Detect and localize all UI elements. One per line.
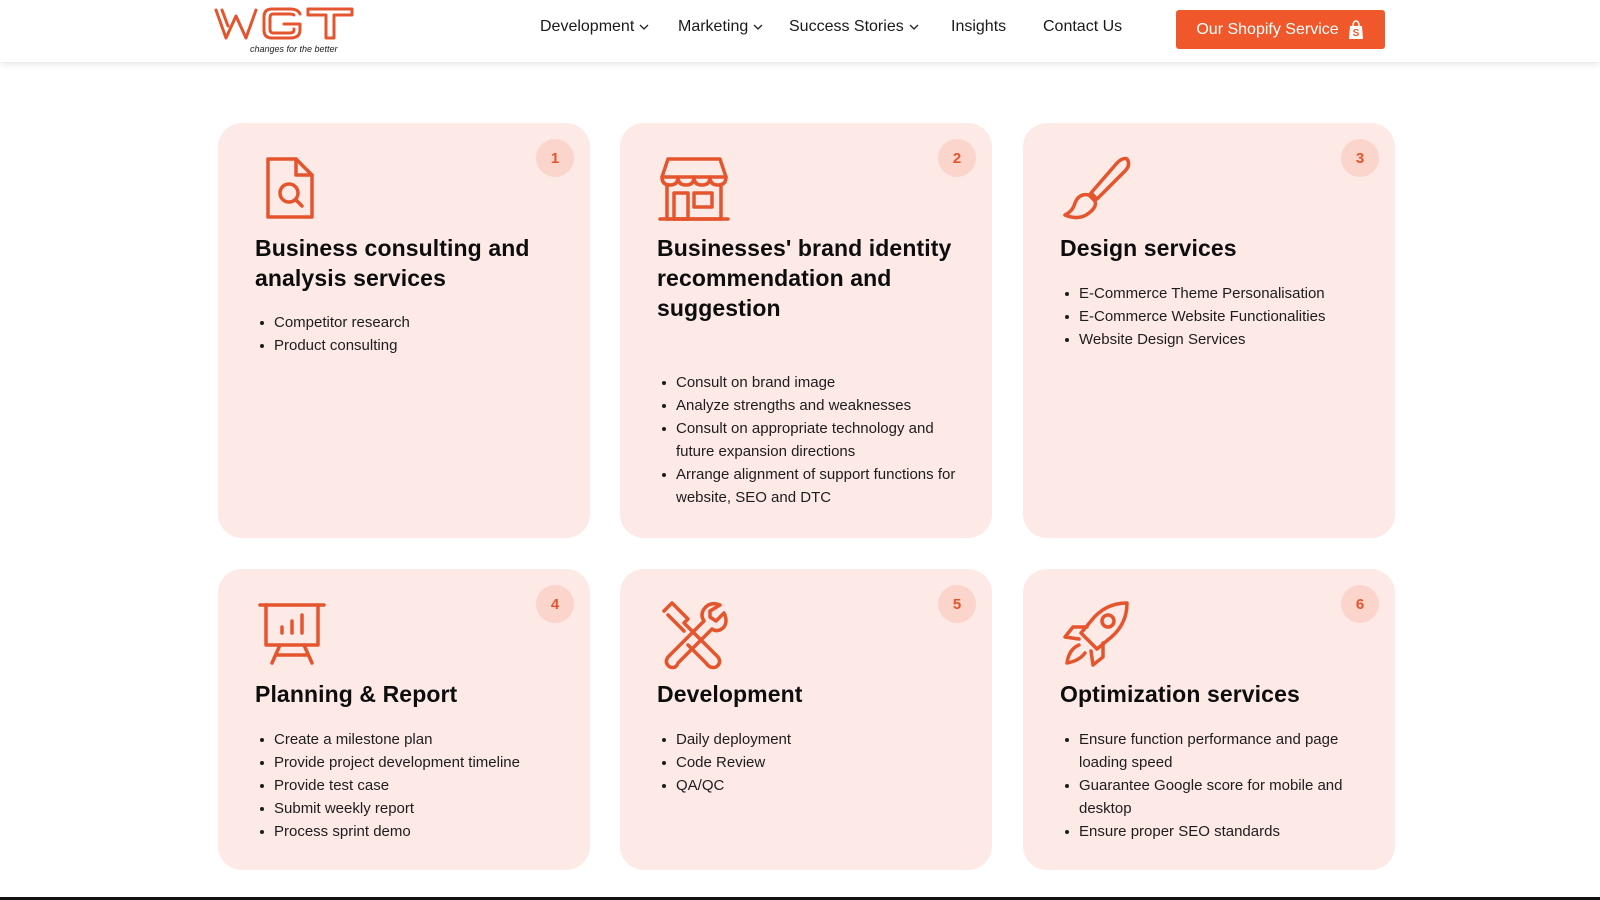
- list-item: Code Review: [657, 751, 962, 774]
- card-list: Competitor research Product consulting: [255, 311, 560, 357]
- list-item: Analyze strengths and weaknesses: [657, 394, 962, 417]
- nav-contact-us[interactable]: Contact Us: [1043, 18, 1122, 36]
- card-number-badge: 3: [1341, 139, 1379, 177]
- card-number-badge: 2: [938, 139, 976, 177]
- tools-icon: [662, 601, 728, 670]
- service-card-6: 6 Optimization services Ensure function …: [1023, 569, 1395, 870]
- chevron-down-icon: [639, 24, 649, 30]
- svg-text:S: S: [1352, 28, 1359, 39]
- card-title: Businesses' brand identity recommendatio…: [657, 235, 952, 321]
- list-item: Product consulting: [255, 334, 560, 357]
- document-search-icon: [266, 157, 314, 219]
- list-item: Process sprint demo: [255, 820, 560, 843]
- wgt-logo[interactable]: changes for the better: [214, 4, 354, 56]
- list-item: Ensure proper SEO standards: [1060, 820, 1365, 843]
- nav-success-stories-label: Success Stories: [789, 18, 904, 35]
- nav-marketing[interactable]: Marketing: [678, 18, 763, 36]
- storefront-icon: [658, 157, 730, 221]
- rocket-icon: [1063, 601, 1129, 667]
- presentation-chart-icon: [258, 603, 326, 665]
- nav-contact-us-label: Contact Us: [1043, 18, 1123, 35]
- service-card-4: 4 Planning & Report Create a milestone p…: [218, 569, 590, 870]
- shopify-bag-icon: S: [1348, 19, 1363, 39]
- service-card-5: 5 Development Daily deployment Code Revi…: [620, 569, 992, 870]
- list-item: Provide test case: [255, 774, 560, 797]
- list-item: Provide project development timeline: [255, 751, 560, 774]
- nav-success-stories[interactable]: Success Stories: [789, 18, 919, 36]
- paint-brush-icon: [1063, 156, 1131, 220]
- list-item: Ensure function performance and page loa…: [1060, 728, 1365, 774]
- card-title: Optimization services: [1060, 681, 1300, 707]
- list-item: E-Commerce Website Functionalities: [1060, 305, 1365, 328]
- card-title: Business consulting and analysis service…: [255, 235, 530, 291]
- nav-insights-label: Insights: [951, 18, 1007, 35]
- card-number-badge: 1: [536, 139, 574, 177]
- chevron-down-icon: [753, 24, 763, 30]
- nav-development[interactable]: Development: [540, 18, 649, 36]
- card-list: E-Commerce Theme Personalisation E-Comme…: [1060, 282, 1365, 351]
- card-number-badge: 4: [536, 585, 574, 623]
- shopify-service-button[interactable]: Our Shopify Service S: [1176, 10, 1385, 49]
- card-title: Design services: [1060, 235, 1237, 261]
- card-list: Consult on brand image Analyze strengths…: [657, 371, 962, 509]
- list-item: Create a milestone plan: [255, 728, 560, 751]
- list-item: Consult on appropriate technology and fu…: [657, 417, 962, 463]
- list-item: Website Design Services: [1060, 328, 1365, 351]
- shopify-service-label: Our Shopify Service: [1196, 20, 1339, 38]
- card-list: Create a milestone plan Provide project …: [255, 728, 560, 843]
- wgt-logo-mark: [214, 7, 354, 40]
- nav-marketing-label: Marketing: [678, 18, 749, 35]
- service-card-1: 1 Business consulting and analysis servi…: [218, 123, 590, 538]
- list-item: Submit weekly report: [255, 797, 560, 820]
- card-title: Development: [657, 681, 803, 707]
- service-card-2: 2 Businesses' brand identity recommendat…: [620, 123, 992, 538]
- site-header: changes for the better Development Marke…: [0, 0, 1600, 62]
- list-item: Competitor research: [255, 311, 560, 334]
- list-item: Guarantee Google score for mobile and de…: [1060, 774, 1365, 820]
- card-number-badge: 6: [1341, 585, 1379, 623]
- nav-development-label: Development: [540, 18, 635, 35]
- card-list: Daily deployment Code Review QA/QC: [657, 728, 962, 797]
- list-item: E-Commerce Theme Personalisation: [1060, 282, 1365, 305]
- card-list: Ensure function performance and page loa…: [1060, 728, 1365, 843]
- nav-insights[interactable]: Insights: [951, 18, 1006, 36]
- list-item: Arrange alignment of support functions f…: [657, 463, 962, 509]
- list-item: Daily deployment: [657, 728, 962, 751]
- card-title: Planning & Report: [255, 681, 458, 707]
- logo-tagline: changes for the better: [250, 44, 338, 54]
- list-item: Consult on brand image: [657, 371, 962, 394]
- chevron-down-icon: [909, 24, 919, 30]
- list-item: QA/QC: [657, 774, 962, 797]
- card-number-badge: 5: [938, 585, 976, 623]
- service-card-3: 3 Design services E-Commerce Theme Perso…: [1023, 123, 1395, 538]
